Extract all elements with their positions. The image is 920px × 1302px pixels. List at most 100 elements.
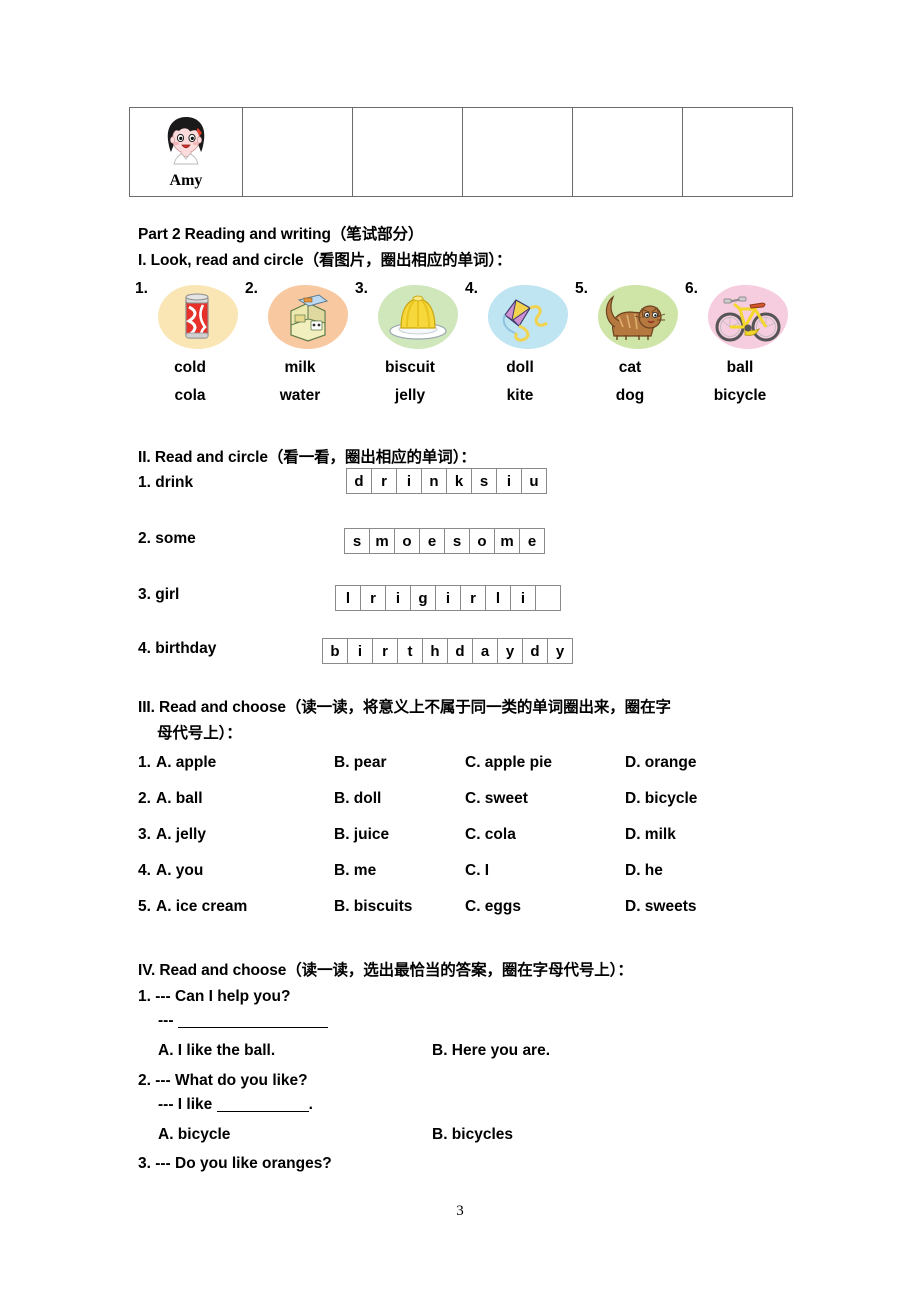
letter-cell[interactable]: e: [419, 528, 445, 554]
section3-heading-line2: 母代号上）：: [157, 724, 242, 742]
letter-cell[interactable]: l: [335, 585, 361, 611]
letter-grid-2: s m o e s o m e: [344, 528, 545, 554]
section4-q2-prompt: 2. --- What do you like?: [138, 1072, 308, 1089]
answer-blank[interactable]: [216, 1111, 309, 1112]
section4-heading: IV. Read and choose（读一读，选出最恰当的答案，圈在字母代号上…: [138, 958, 633, 980]
table-cell-empty-4[interactable]: [572, 107, 683, 197]
option-a[interactable]: A. you: [156, 862, 203, 880]
letter-cell[interactable]: l: [485, 585, 511, 611]
letter-cell[interactable]: m: [494, 528, 520, 554]
letter-cell[interactable]: r: [371, 468, 397, 494]
option-a[interactable]: A. ball: [156, 790, 203, 808]
jelly-on-plate-icon: [373, 283, 463, 351]
dash-prefix: --- I like: [158, 1096, 213, 1113]
option-a[interactable]: A. jelly: [156, 826, 206, 844]
cat-icon: [593, 283, 683, 351]
girl-face-icon: [158, 114, 214, 171]
option-c[interactable]: C. apple pie: [465, 754, 552, 772]
word-option[interactable]: dog: [575, 382, 685, 410]
word-option[interactable]: kite: [465, 382, 575, 410]
letter-cell[interactable]: h: [422, 638, 448, 664]
word-option[interactable]: ball: [685, 354, 795, 382]
word-option[interactable]: bicycle: [685, 382, 795, 410]
option-d[interactable]: D. sweets: [625, 898, 697, 916]
table-cell-empty-1[interactable]: [242, 107, 353, 197]
section1-heading-cn: （看图片，圈出相应的单词）：: [303, 251, 512, 269]
letter-cell[interactable]: s: [344, 528, 370, 554]
letter-cell[interactable]: i: [510, 585, 536, 611]
table-cell-empty-3[interactable]: [462, 107, 573, 197]
letter-cell[interactable]: y: [547, 638, 573, 664]
picture-word-row: 1. cold cola 2. milk water 3. biscuit je…: [135, 280, 795, 410]
letter-cell[interactable]: i: [347, 638, 373, 664]
letter-cell[interactable]: i: [435, 585, 461, 611]
option-a[interactable]: A. apple: [156, 754, 216, 772]
letter-cell[interactable]: o: [394, 528, 420, 554]
bicycle-icon: [703, 283, 793, 351]
word-option[interactable]: biscuit: [355, 354, 465, 382]
section4-heading-cn: （读一读，选出最恰当的答案，圈在字母代号上）：: [286, 961, 633, 979]
option-b[interactable]: B. pear: [334, 754, 387, 772]
letter-cell[interactable]: s: [471, 468, 497, 494]
option-d[interactable]: D. he: [625, 862, 663, 880]
letter-cell[interactable]: r: [372, 638, 398, 664]
letter-cell[interactable]: n: [421, 468, 447, 494]
letter-cell[interactable]: r: [460, 585, 486, 611]
part2-title-cn: （笔试部分）: [330, 225, 424, 243]
letter-cell[interactable]: d: [346, 468, 372, 494]
option-b[interactable]: B. biscuits: [334, 898, 412, 916]
letter-cell[interactable]: a: [472, 638, 498, 664]
section4-q2-option-b[interactable]: B. bicycles: [432, 1126, 513, 1144]
section4-q1-option-b[interactable]: B. Here you are.: [432, 1042, 550, 1060]
word-option[interactable]: jelly: [355, 382, 465, 410]
section2-item-4-label: 4. birthday: [138, 640, 216, 658]
option-d[interactable]: D. orange: [625, 754, 696, 772]
option-c[interactable]: C. sweet: [465, 790, 528, 808]
letter-cell[interactable]: e: [519, 528, 545, 554]
letter-grid-4: b i r t h d a y d y: [322, 638, 573, 664]
letter-cell[interactable]: s: [444, 528, 470, 554]
option-c[interactable]: C. cola: [465, 826, 516, 844]
option-a[interactable]: A. ice cream: [156, 898, 247, 916]
word-option[interactable]: cola: [135, 382, 245, 410]
letter-cell[interactable]: i: [385, 585, 411, 611]
word-option[interactable]: water: [245, 382, 355, 410]
item-number: 6.: [685, 280, 698, 297]
option-b[interactable]: B. me: [334, 862, 376, 880]
option-d[interactable]: D. milk: [625, 826, 676, 844]
letter-cell[interactable]: t: [397, 638, 423, 664]
table-row: Amy: [129, 107, 793, 197]
letter-cell[interactable]: m: [369, 528, 395, 554]
letter-cell[interactable]: d: [447, 638, 473, 664]
word-option[interactable]: cold: [135, 354, 245, 382]
table-cell-empty-2[interactable]: [352, 107, 463, 197]
section4-q2-option-a[interactable]: A. bicycle: [158, 1126, 230, 1144]
section2-item-2-label: 2. some: [138, 530, 196, 548]
letter-cell[interactable]: i: [496, 468, 522, 494]
word-option[interactable]: milk: [245, 354, 355, 382]
letter-cell[interactable]: d: [522, 638, 548, 664]
option-c[interactable]: C. I: [465, 862, 489, 880]
word-option[interactable]: doll: [465, 354, 575, 382]
table-cell-amy[interactable]: Amy: [129, 107, 243, 197]
section3-heading-cn-1: （读一读，将意义上不属于同一类的单词圈出来，圈在字: [285, 698, 671, 716]
letter-cell[interactable]: y: [497, 638, 523, 664]
answer-blank[interactable]: [177, 1027, 328, 1028]
letter-cell[interactable]: g: [410, 585, 436, 611]
word-option[interactable]: cat: [575, 354, 685, 382]
section4-q1-option-a[interactable]: A. I like the ball.: [158, 1042, 275, 1060]
letter-cell[interactable]: k: [446, 468, 472, 494]
letter-cell[interactable]: b: [322, 638, 348, 664]
option-b[interactable]: B. juice: [334, 826, 389, 844]
letter-cell[interactable]: i: [396, 468, 422, 494]
option-d[interactable]: D. bicycle: [625, 790, 697, 808]
letter-cell[interactable]: [535, 585, 561, 611]
letter-cell[interactable]: u: [521, 468, 547, 494]
letter-cell[interactable]: r: [360, 585, 386, 611]
item-number: 3.: [138, 586, 151, 603]
option-b[interactable]: B. doll: [334, 790, 381, 808]
letter-cell[interactable]: o: [469, 528, 495, 554]
table-cell-empty-5[interactable]: [682, 107, 793, 197]
option-c[interactable]: C. eggs: [465, 898, 521, 916]
item-number: 5.: [575, 280, 588, 297]
